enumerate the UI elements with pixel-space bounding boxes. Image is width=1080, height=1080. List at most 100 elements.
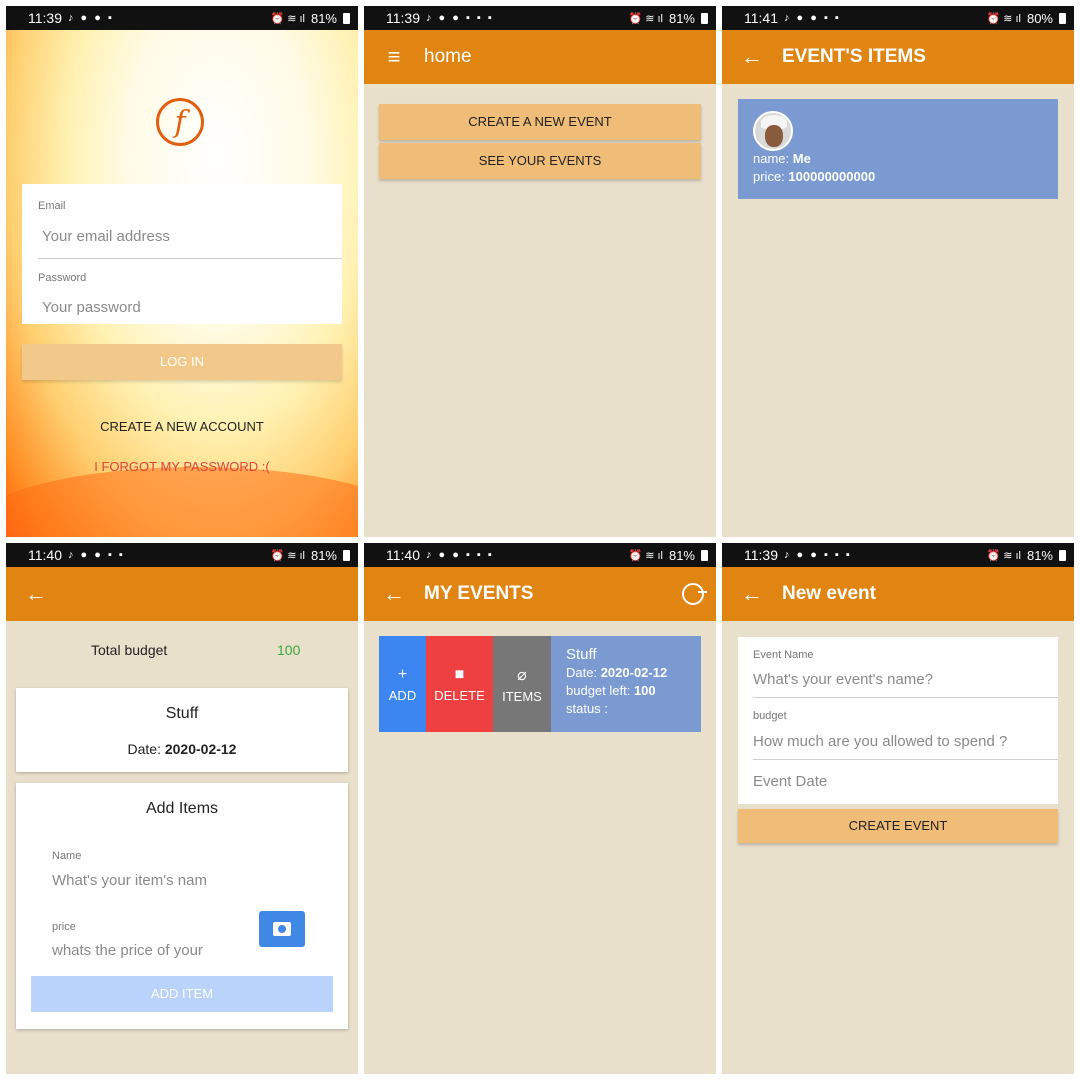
notification-icons: ♪ ● ● ▪ ▪ ▪ <box>784 549 852 561</box>
event-date-input[interactable]: Event Date <box>753 773 827 790</box>
battery-percent: 81% <box>310 547 337 563</box>
wifi-signal-icon: ⏰ ≋ ıl <box>628 12 663 25</box>
total-budget-value: 100 <box>277 642 301 658</box>
app-bar: ← EVENT'S ITEMS <box>722 30 1074 84</box>
battery-icon <box>343 549 350 561</box>
item-price-label: price: <box>753 169 785 184</box>
page-title: EVENT'S ITEMS <box>782 46 926 67</box>
battery-percent: 81% <box>310 10 337 26</box>
app-bar: ≡ home <box>364 30 716 84</box>
menu-icon[interactable]: ≡ <box>364 44 424 70</box>
budget-value: 100 <box>633 683 656 698</box>
avatar <box>753 111 793 151</box>
status-time: 11:41 <box>744 10 778 26</box>
date-label: Date: <box>127 741 161 757</box>
status-time: 11:39 <box>744 547 778 563</box>
event-date: Date: 2020-02-12 <box>16 741 348 757</box>
battery-percent: 81% <box>668 10 695 26</box>
item-price-input[interactable]: whats the price of your <box>52 942 203 959</box>
items-action-button[interactable]: ⌀ ITEMS <box>493 636 551 732</box>
plus-icon: + <box>397 665 408 683</box>
battery-icon <box>1059 12 1066 24</box>
add-item-button[interactable]: ADD ITEM <box>31 976 333 1012</box>
email-input[interactable]: Your email address <box>42 228 170 245</box>
camera-button[interactable] <box>259 911 305 947</box>
wifi-signal-icon: ⏰ ≋ ıl <box>270 12 305 25</box>
event-name: Stuff <box>566 646 597 663</box>
event-summary-card: Stuff Date: 2020-02-12 <box>16 688 348 772</box>
wifi-signal-icon: ⏰ ≋ ıl <box>628 549 663 562</box>
status-bar: 11:39 ♪ ● ● ▪ ▪ ▪ ⏰ ≋ ıl 81% <box>364 6 716 30</box>
trash-icon: ■ <box>454 665 465 683</box>
status-bar: 11:41 ♪ ● ● ▪ ▪ ⏰ ≋ ıl 80% <box>722 6 1074 30</box>
item-name-input[interactable]: What's your item's nam <box>52 872 207 889</box>
item-name: name: Me <box>753 151 811 166</box>
status-right: ⏰ ≋ ıl 81% <box>270 548 350 563</box>
battery-icon <box>701 12 708 24</box>
delete-action-button[interactable]: ■ DELETE <box>426 636 493 732</box>
back-arrow-icon[interactable]: ← <box>364 581 424 607</box>
add-action-label: ADD <box>388 687 417 703</box>
event-info[interactable]: Stuff Date: 2020-02-12 budget left: 100 … <box>551 636 701 732</box>
home-screen: 11:39 ♪ ● ● ▪ ▪ ▪ ⏰ ≋ ıl 81% ≡ home CREA… <box>364 6 716 537</box>
camera-icon <box>273 922 291 936</box>
status-right: ⏰ ≋ ıl 81% <box>628 11 708 26</box>
battery-percent: 81% <box>668 547 695 563</box>
new-event-screen: 11:39 ♪ ● ● ▪ ▪ ▪ ⏰ ≋ ıl 81% ← New event… <box>722 543 1074 1074</box>
event-status: status : <box>566 701 608 716</box>
back-arrow-icon[interactable]: ← <box>722 581 782 607</box>
new-event-form: Event Name What's your event's name? bud… <box>738 637 1058 804</box>
wifi-signal-icon: ⏰ ≋ ıl <box>986 12 1021 25</box>
status-bar: 11:39 ♪ ● ● ▪ ⏰ ≋ ıl 81% <box>6 6 358 30</box>
status-right: ⏰ ≋ ıl 81% <box>628 548 708 563</box>
login-screen: 11:39 ♪ ● ● ▪ ⏰ ≋ ıl 81% f Email Your em… <box>6 6 358 537</box>
app-bar: ← New event <box>722 567 1074 621</box>
wifi-signal-icon: ⏰ ≋ ıl <box>986 549 1021 562</box>
event-row: + ADD ■ DELETE ⌀ ITEMS Stuff Date: 2020-… <box>379 636 701 732</box>
status-bar: 11:40 ♪ ● ● ▪ ▪ ▪ ⏰ ≋ ıl 81% <box>364 543 716 567</box>
budget-label: budget <box>753 710 787 722</box>
battery-icon <box>701 549 708 561</box>
item-name-label: name: <box>753 151 790 166</box>
status-right: ⏰ ≋ ıl 80% <box>986 11 1066 26</box>
item-price: price: 100000000000 <box>753 169 875 184</box>
email-underline <box>38 258 342 259</box>
add-action-button[interactable]: + ADD <box>379 636 426 732</box>
event-detail-screen: 11:40 ♪ ● ● ▪ ▪ ⏰ ≋ ıl 81% ← Total budge… <box>6 543 358 1074</box>
my-events-screen: 11:40 ♪ ● ● ▪ ▪ ▪ ⏰ ≋ ıl 81% ← MY EVENTS… <box>364 543 716 1074</box>
date-label: Date: <box>566 665 598 680</box>
app-logo: f <box>156 98 204 146</box>
status-bar: 11:40 ♪ ● ● ▪ ▪ ⏰ ≋ ıl 81% <box>6 543 358 567</box>
delete-action-label: DELETE <box>434 687 485 703</box>
logout-icon[interactable] <box>682 583 707 605</box>
login-button[interactable]: LOG IN <box>22 344 342 380</box>
item-price-value: 100000000000 <box>788 169 876 184</box>
wifi-signal-icon: ⏰ ≋ ıl <box>270 549 305 562</box>
event-budget: budget left: 100 <box>566 682 686 700</box>
app-bar: ← <box>6 567 358 621</box>
item-card[interactable]: name: Me price: 100000000000 <box>738 99 1058 199</box>
password-input[interactable]: Your password <box>42 299 141 316</box>
status-time: 11:40 <box>386 547 420 563</box>
page-title: New event <box>782 583 876 604</box>
status-right: ⏰ ≋ ıl 81% <box>270 11 350 26</box>
item-name-value: Me <box>792 151 811 166</box>
battery-icon <box>1059 549 1066 561</box>
status-time: 11:39 <box>386 10 420 26</box>
forgot-password-link[interactable]: I FORGOT MY PASSWORD :( <box>6 459 358 474</box>
create-account-link[interactable]: CREATE A NEW ACCOUNT <box>6 419 358 434</box>
add-items-card: Add Items Name What's your item's nam pr… <box>16 783 348 1029</box>
event-name-input[interactable]: What's your event's name? <box>753 671 933 688</box>
budget-input[interactable]: How much are you allowed to spend ? <box>753 733 1007 750</box>
back-arrow-icon[interactable]: ← <box>6 581 66 607</box>
email-label: Email <box>38 200 66 212</box>
create-event-button[interactable]: CREATE A NEW EVENT <box>379 104 701 140</box>
see-events-button[interactable]: SEE YOUR EVENTS <box>379 143 701 179</box>
login-form: Email Your email address Password Your p… <box>22 184 342 324</box>
notification-icons: ♪ ● ● ▪ ▪ ▪ <box>426 12 494 24</box>
back-arrow-icon[interactable]: ← <box>722 44 782 70</box>
event-name-label: Event Name <box>753 649 814 661</box>
create-event-button[interactable]: CREATE EVENT <box>738 809 1058 843</box>
battery-icon <box>343 12 350 24</box>
password-label: Password <box>38 272 87 284</box>
